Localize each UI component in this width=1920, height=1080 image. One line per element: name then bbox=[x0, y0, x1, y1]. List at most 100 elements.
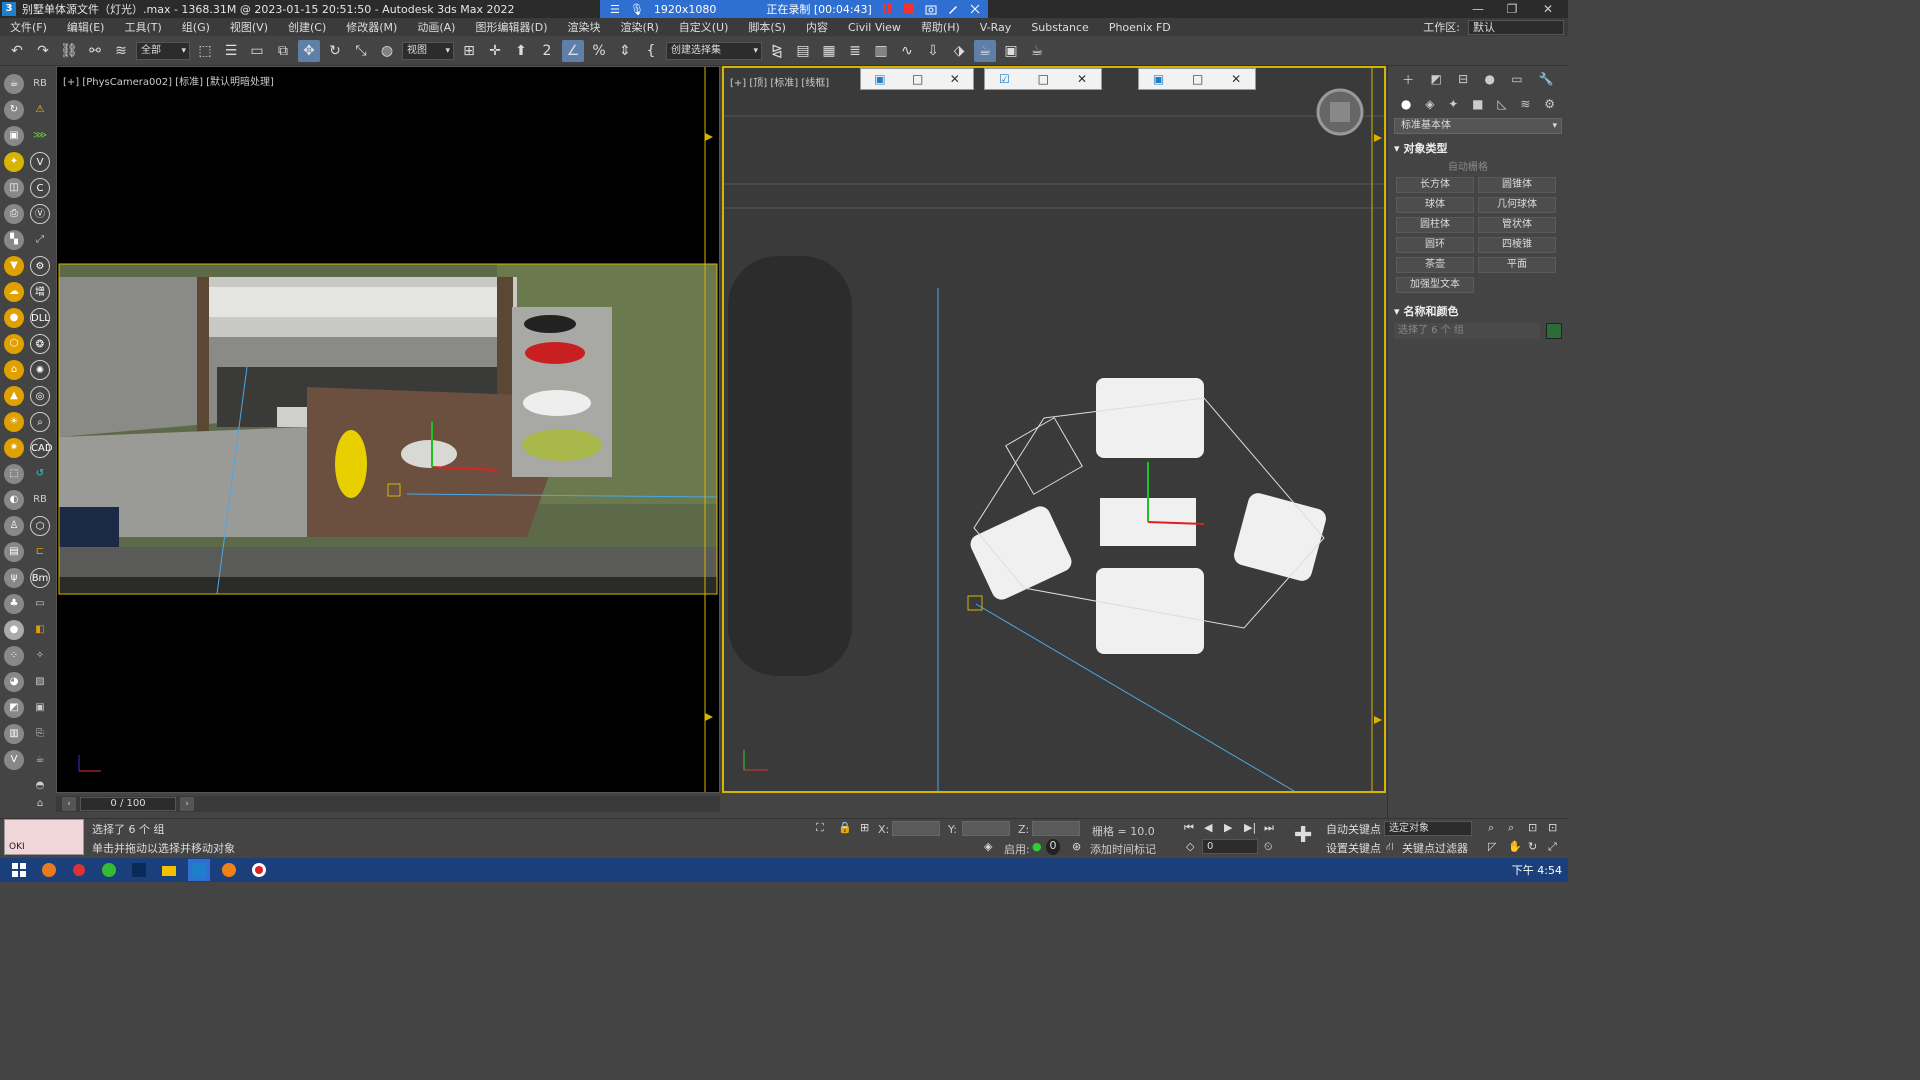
geosphere-button[interactable]: 几何球体 bbox=[1478, 197, 1556, 213]
link-icon[interactable]: ⛓ bbox=[58, 40, 80, 62]
menu-animation[interactable]: 动画(A) bbox=[407, 19, 465, 35]
v-icon[interactable]: V bbox=[30, 152, 50, 172]
menu-create[interactable]: 创建(C) bbox=[278, 19, 336, 35]
menu-views[interactable]: 视图(V) bbox=[220, 19, 278, 35]
rotate-view-icon[interactable]: ↻ bbox=[4, 100, 24, 120]
select-place-icon[interactable]: ◍ bbox=[376, 40, 398, 62]
lamp-icon[interactable]: ⌂ bbox=[4, 360, 24, 380]
material-editor-icon[interactable]: ⬗ bbox=[948, 40, 970, 62]
floating-window-3[interactable]: ▣ □ ✕ bbox=[1138, 68, 1256, 90]
pyramid-button[interactable]: 四棱锥 bbox=[1478, 237, 1556, 253]
select-by-name-icon[interactable]: ☰ bbox=[220, 40, 242, 62]
select-manipulate-icon[interactable]: ✛ bbox=[484, 40, 506, 62]
set-key-button[interactable]: 设置关键点 bbox=[1326, 840, 1381, 856]
light-tool-icon[interactable]: ✦ bbox=[4, 152, 24, 172]
auto-key-button[interactable]: 自动关键点 bbox=[1326, 821, 1381, 837]
bucket-icon[interactable]: ◧ bbox=[30, 620, 50, 640]
viewport-top[interactable]: [+] [顶] [标准] [线框] bbox=[722, 66, 1386, 793]
app-tray-icon[interactable] bbox=[68, 859, 90, 881]
recorder-mic-icon[interactable]: 🎙 bbox=[630, 3, 644, 16]
menu-tools[interactable]: 工具(T) bbox=[114, 19, 171, 35]
zoom-extents-icon[interactable]: ⊡ bbox=[1528, 821, 1537, 837]
sphere-icon[interactable]: ● bbox=[4, 308, 24, 328]
modify-tab-icon[interactable]: ◩ bbox=[1430, 72, 1441, 86]
redo-icon[interactable]: ↷ bbox=[32, 40, 54, 62]
window-icon[interactable]: ▣ bbox=[30, 698, 50, 718]
recorder-close-icon[interactable] bbox=[968, 3, 982, 15]
y-coordinate-field[interactable] bbox=[962, 821, 1010, 836]
key-filters-button[interactable]: 关键点过滤器 bbox=[1402, 840, 1468, 856]
time-next-icon[interactable]: › bbox=[180, 797, 194, 811]
autogrid-checkbox[interactable]: 自动栅格 bbox=[1448, 158, 1562, 173]
menu-vray[interactable]: V-Ray bbox=[970, 21, 1022, 34]
go-to-start-icon[interactable]: ⏮ bbox=[1184, 821, 1194, 837]
3dsmax-taskbar-icon[interactable] bbox=[188, 859, 210, 881]
key-filter-dropdown[interactable]: 选定对象 bbox=[1384, 821, 1472, 836]
trophy-icon[interactable]: ♙ bbox=[4, 516, 24, 536]
play-icon[interactable]: ▶ bbox=[1224, 821, 1232, 837]
close-button[interactable]: ✕ bbox=[1530, 0, 1566, 18]
cone-icon[interactable]: ▲ bbox=[4, 386, 24, 406]
floating-window-1[interactable]: ▣ □ ✕ bbox=[860, 68, 974, 90]
cycle-icon[interactable]: ↺ bbox=[30, 464, 50, 484]
gear-icon[interactable]: ⚙ bbox=[30, 256, 50, 276]
tube-button[interactable]: 管状体 bbox=[1478, 217, 1556, 233]
pencil-icon[interactable] bbox=[946, 3, 960, 15]
lock-icon[interactable]: 🔒 bbox=[838, 821, 852, 837]
layer-explorer-icon[interactable]: ≣ bbox=[844, 40, 866, 62]
menu-substance[interactable]: Substance bbox=[1021, 21, 1099, 34]
file-explorer-icon[interactable] bbox=[158, 859, 180, 881]
enable-dot-icon[interactable]: ● bbox=[1032, 840, 1042, 856]
window-crossing-icon[interactable]: ⧉ bbox=[272, 40, 294, 62]
lights-icon[interactable]: ✦ bbox=[1448, 97, 1458, 111]
layout-icon[interactable]: ▚ bbox=[4, 230, 24, 250]
selection-filter-dropdown[interactable]: 全部 bbox=[136, 41, 190, 60]
menu-phoenix-fd[interactable]: Phoenix FD bbox=[1099, 21, 1181, 34]
menu-civil-view[interactable]: Civil View bbox=[838, 21, 911, 34]
stop-icon[interactable] bbox=[902, 3, 916, 15]
edit-named-selection-icon[interactable]: { bbox=[640, 40, 662, 62]
plane-button[interactable]: 平面 bbox=[1478, 257, 1556, 273]
render-setup-icon[interactable]: ☕ bbox=[974, 39, 996, 62]
pause-icon[interactable] bbox=[880, 3, 894, 15]
x-coordinate-field[interactable] bbox=[892, 821, 940, 836]
name-color-rollout[interactable]: ▾ 名称和颜色 bbox=[1394, 303, 1562, 319]
undo-icon[interactable]: ↶ bbox=[6, 40, 28, 62]
restore-icon[interactable]: □ bbox=[1038, 72, 1049, 86]
unlink-icon[interactable]: ⚯ bbox=[84, 40, 106, 62]
select-object-icon[interactable]: ⬚ bbox=[194, 40, 216, 62]
select-scale-icon[interactable]: ⤡ bbox=[350, 40, 372, 62]
restore-icon[interactable]: □ bbox=[912, 72, 923, 86]
dome-icon[interactable]: ◓ bbox=[30, 776, 50, 796]
restore-icon[interactable]: □ bbox=[1192, 72, 1203, 86]
object-color-swatch[interactable] bbox=[1546, 323, 1562, 339]
menu-render-block[interactable]: 渲染块 bbox=[558, 19, 611, 35]
dll-icon[interactable]: DLL bbox=[30, 308, 50, 328]
mini-close-icon[interactable]: ✕ bbox=[1077, 72, 1087, 86]
wheel-icon[interactable]: ✺ bbox=[30, 360, 50, 380]
v-logo-icon[interactable]: V bbox=[4, 750, 24, 770]
aperture-icon[interactable]: ❂ bbox=[30, 334, 50, 354]
firefox-icon[interactable] bbox=[218, 859, 240, 881]
maxscript-listener[interactable]: OKI bbox=[4, 819, 84, 855]
orbit-icon[interactable]: ↻ bbox=[1528, 840, 1537, 856]
zoom-icon[interactable]: ⌕ bbox=[30, 412, 50, 432]
camera-tool-icon[interactable]: ⎙ bbox=[4, 204, 24, 224]
scatter-icon[interactable]: ⁘ bbox=[4, 646, 24, 666]
helpers-icon[interactable]: ◺ bbox=[1497, 97, 1506, 111]
sphere-button[interactable]: 球体 bbox=[1396, 197, 1474, 213]
time-config-icon[interactable]: ⏲ bbox=[1264, 840, 1273, 856]
burst-icon[interactable]: ✷ bbox=[4, 438, 24, 458]
hierarchy-tab-icon[interactable]: ⊟ bbox=[1458, 72, 1468, 86]
object-name-field[interactable]: 选择了 6 个 组 bbox=[1394, 323, 1540, 339]
floating-window-2[interactable]: ☑ □ ✕ bbox=[984, 68, 1102, 90]
spark-icon[interactable]: ✧ bbox=[30, 646, 50, 666]
geometry-category-dropdown[interactable]: 标准基本体 bbox=[1394, 118, 1562, 134]
recorder-taskbar-icon[interactable] bbox=[248, 859, 270, 881]
scene-explorer-icon[interactable]: ▦ bbox=[818, 40, 840, 62]
grid-globe-icon[interactable]: ◎ bbox=[30, 386, 50, 406]
set-key-icon[interactable]: ✚ bbox=[1294, 823, 1312, 848]
maximize-viewport-icon[interactable]: ⤢ bbox=[1548, 840, 1557, 856]
percent-snap-icon[interactable]: % bbox=[588, 40, 610, 62]
chevrons-icon[interactable]: ⋙ bbox=[30, 126, 50, 146]
